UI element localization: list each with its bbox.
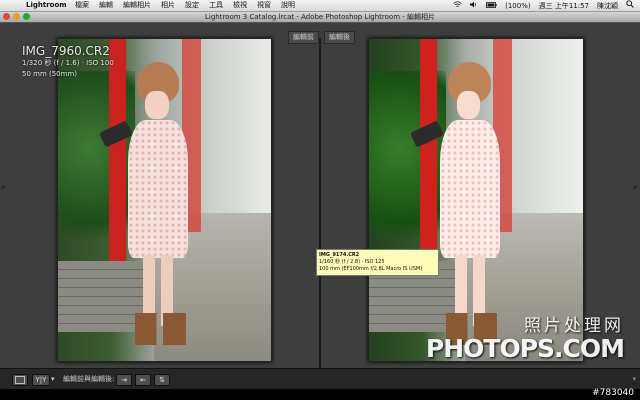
compare-divider	[319, 38, 321, 368]
spotlight-search-icon[interactable]	[626, 0, 634, 12]
menu-tools[interactable]: 工具	[209, 0, 223, 11]
menu-window[interactable]: 視窗	[257, 0, 271, 11]
clock[interactable]: 週三 上午11:57	[539, 1, 589, 12]
battery-percent: (100%)	[505, 1, 531, 10]
photo-info-tooltip: IMG_9174.CR2 1/160 秒 (f / 2.8) · ISO 125…	[316, 249, 439, 276]
before-label: 編輯前	[288, 31, 319, 44]
red-pillar	[420, 39, 438, 281]
copy-after-to-before-icon[interactable]: ⇤	[135, 374, 151, 386]
after-label: 編輯後	[324, 31, 355, 44]
bottom-toolbar: Y|Y ▾ 編輯前與編輯後: ⇥ ⇤ ⇅ ▾	[0, 368, 640, 390]
battery-icon[interactable]	[486, 1, 497, 12]
menu-file[interactable]: 檔案	[75, 0, 89, 11]
menu-bar: Lightroom 檔案 編輯 編輯相片 相片 設定 工具 檢視 視窗 說明 (…	[0, 0, 640, 12]
menu-edit[interactable]: 編輯	[99, 0, 113, 11]
before-photo[interactable]	[57, 38, 272, 362]
image-id: #783040	[592, 388, 634, 398]
window-title-bar[interactable]: Lightroom 3 Catalog.lrcat - Adobe Photos…	[0, 12, 640, 23]
watermark-chinese: 照片处理网	[524, 316, 624, 336]
footer-strip: #783040	[0, 388, 640, 400]
photo-exposure: 1/320 秒 (f / 1.6) · ISO 100	[22, 59, 114, 67]
watermark: 照片处理网 PHOTOPS.COM	[424, 316, 625, 363]
app-menu[interactable]: Lightroom	[26, 0, 67, 11]
left-panel-toggle-icon[interactable]: ◂	[1, 182, 7, 192]
model-face	[456, 90, 481, 120]
loupe-view-button[interactable]	[12, 374, 28, 386]
menu-items: 檔案 編輯 編輯相片 相片 設定 工具 檢視 視窗 說明	[75, 0, 295, 11]
volume-icon[interactable]	[470, 1, 478, 12]
after-photo[interactable]	[368, 38, 584, 362]
watermark-english: PHOTOPS.COM	[425, 334, 625, 363]
toolbar-menu-icon[interactable]: ▾	[632, 375, 636, 384]
menu-develop[interactable]: 編輯相片	[123, 0, 151, 11]
menu-view[interactable]: 檢視	[233, 0, 247, 11]
model-dress	[128, 119, 188, 258]
model-face	[145, 90, 169, 120]
menu-photo[interactable]: 相片	[161, 0, 175, 11]
wifi-icon[interactable]	[453, 0, 462, 12]
menu-settings[interactable]: 設定	[185, 0, 199, 11]
model-boots	[134, 312, 186, 345]
copy-before-to-after-icon[interactable]: ⇥	[116, 374, 132, 386]
swap-settings-icon[interactable]: ⇅	[154, 374, 170, 386]
menu-help[interactable]: 說明	[281, 0, 295, 11]
copy-settings-label: 編輯前與編輯後:	[63, 375, 115, 383]
right-panel-toggle-icon[interactable]: ▸	[634, 182, 640, 192]
window-title: Lightroom 3 Catalog.lrcat - Adobe Photos…	[204, 13, 436, 21]
tooltip-filename: IMG_9174.CR2	[319, 252, 360, 258]
photo-lens: 50 mm (50mm)	[22, 70, 78, 78]
photo-filename: IMG_7960.CR2	[22, 44, 110, 58]
user-name[interactable]: 陳沈穎	[597, 1, 618, 12]
before-after-mode-button[interactable]: Y|Y	[32, 374, 50, 386]
menu-status-area: (100%) 週三 上午11:57 陳沈穎	[453, 0, 634, 12]
model-dress	[439, 119, 500, 258]
photo-info-overlay: IMG_7960.CR2 1/320 秒 (f / 1.6) · ISO 100…	[22, 44, 114, 80]
screen: Lightroom 檔案 編輯 編輯相片 相片 設定 工具 檢視 視窗 說明 (…	[0, 0, 640, 400]
view-mode-dropdown-icon[interactable]: ▾	[51, 374, 55, 385]
tooltip-exposure: 1/160 秒 (f / 2.8) · ISO 125	[319, 259, 385, 265]
tooltip-lens: 100 mm (EF100mm f/2.8L Macro IS USM)	[319, 266, 423, 272]
